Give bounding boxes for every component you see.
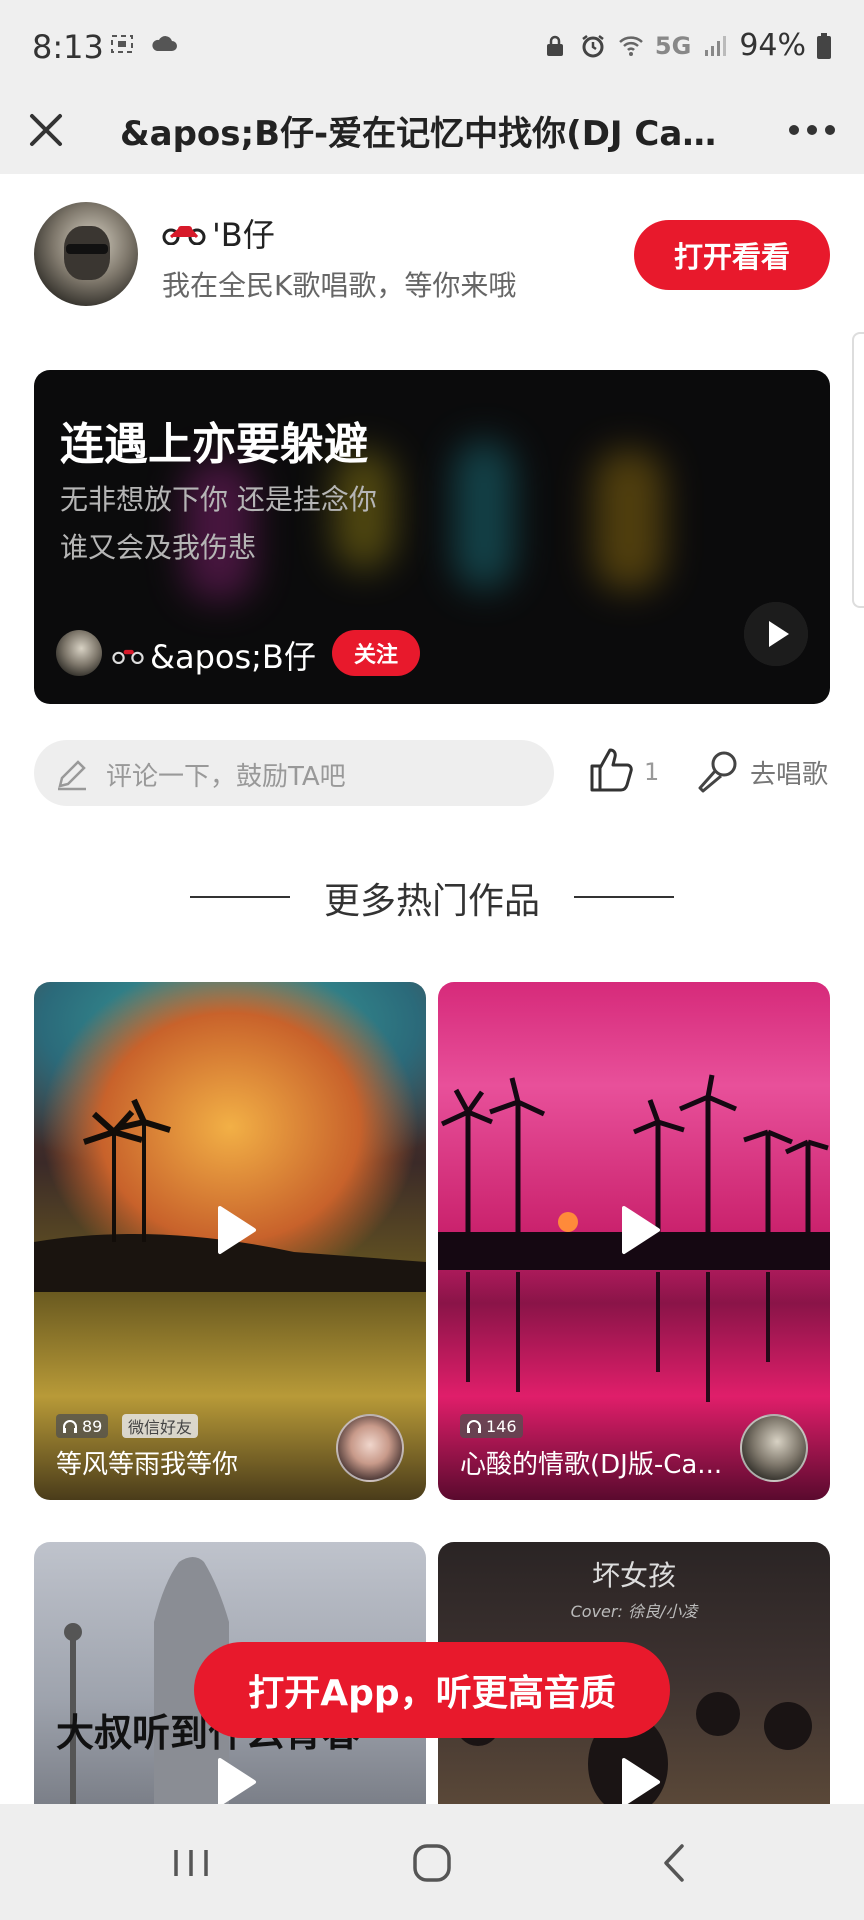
- singer-avatar[interactable]: [56, 630, 102, 676]
- network-type: 5G: [654, 31, 692, 60]
- play-icon[interactable]: [744, 602, 808, 666]
- page-title: &apos;B仔-爱在记忆中找你(DJ Cand...: [120, 114, 730, 154]
- author-header: 'B仔 我在全民K歌唱歌，等你来哦 打开看看: [0, 174, 864, 354]
- top-nav-bar: &apos;B仔-爱在记忆中找你(DJ Cand...: [0, 98, 864, 174]
- more-icon[interactable]: [782, 106, 842, 154]
- author-avatar[interactable]: [34, 202, 138, 306]
- vpn-lock-icon: [546, 35, 563, 56]
- work-author-avatar[interactable]: [740, 1414, 808, 1482]
- cloud-icon: [152, 36, 177, 51]
- play-icon[interactable]: [204, 1200, 264, 1260]
- singer-name[interactable]: &apos;B仔: [150, 632, 316, 678]
- divider: [574, 896, 674, 898]
- close-icon[interactable]: [22, 106, 70, 154]
- status-bar: 8:13 5G 94%: [0, 0, 864, 98]
- author-name[interactable]: 'B仔: [212, 210, 275, 256]
- lyric-line: 无非想放下你 还是挂念你: [60, 483, 377, 516]
- author-subtitle: 我在全民K歌唱歌，等你来哦: [162, 269, 517, 302]
- recent-apps-icon[interactable]: [166, 1838, 216, 1888]
- like-count: 1: [644, 758, 660, 786]
- play-count-badge: 89: [56, 1414, 109, 1438]
- open-app-hq-button[interactable]: 打开App，听更高音质: [194, 1642, 670, 1738]
- motorcycle-icon: [112, 649, 144, 664]
- section-title: 更多热门作品: [323, 881, 540, 922]
- side-scroll-indicator[interactable]: [852, 332, 864, 608]
- follow-button[interactable]: 关注: [332, 630, 420, 676]
- system-nav-bar: [0, 1804, 864, 1920]
- open-app-button[interactable]: 打开看看: [634, 220, 830, 290]
- microphone-icon: [698, 751, 737, 793]
- alarm-icon: [582, 34, 604, 57]
- screenshot-icon: [111, 35, 133, 53]
- work-title: 坏女孩: [591, 1559, 676, 1592]
- work-author-avatar[interactable]: [336, 1414, 404, 1482]
- signal-icon: [705, 35, 727, 56]
- wifi-icon: [619, 35, 643, 56]
- play-icon[interactable]: [608, 1200, 668, 1260]
- section-heading: 更多热门作品: [0, 872, 864, 922]
- lyric-player-card[interactable]: 连遇上亦要躲避 无非想放下你 还是挂念你 谁又会及我伤悲 &apos;B仔 关注: [34, 370, 830, 704]
- battery-percent: 94%: [739, 28, 806, 63]
- sing-button[interactable]: 去唱歌: [694, 748, 828, 796]
- work-title: 心酸的情歌(DJ版-Ca...: [460, 1450, 723, 1480]
- headphones-icon: [467, 1420, 481, 1433]
- thumbs-up-icon: [590, 748, 633, 792]
- headphones-icon: [63, 1420, 77, 1433]
- comment-input[interactable]: 评论一下，鼓励TA吧: [34, 740, 554, 806]
- work-card[interactable]: 146 心酸的情歌(DJ版-Ca...: [438, 982, 830, 1500]
- source-tag: 微信好友: [122, 1414, 199, 1438]
- lyric-title: 连遇上亦要躲避: [60, 419, 368, 470]
- work-caption: Cover: 徐良/小凌: [570, 1602, 698, 1621]
- motorcycle-icon: [162, 226, 206, 245]
- comment-placeholder: 评论一下，鼓励TA吧: [106, 762, 346, 792]
- pencil-icon: [58, 760, 86, 791]
- like-button[interactable]: 1: [588, 744, 659, 794]
- status-time: 8:13: [32, 28, 104, 66]
- work-title: 等风等雨我等你: [56, 1450, 239, 1480]
- battery-icon: [817, 32, 831, 59]
- play-count-badge: 146: [460, 1414, 523, 1438]
- lyric-line: 谁又会及我伤悲: [60, 531, 257, 564]
- play-icon[interactable]: [608, 1752, 668, 1804]
- palm-trees-art: [34, 1098, 426, 1292]
- sing-label: 去唱歌: [750, 759, 829, 790]
- work-card[interactable]: 89 微信好友 等风等雨我等你: [34, 982, 426, 1500]
- play-icon[interactable]: [204, 1752, 264, 1804]
- back-icon[interactable]: [650, 1838, 700, 1888]
- home-icon[interactable]: [407, 1838, 457, 1888]
